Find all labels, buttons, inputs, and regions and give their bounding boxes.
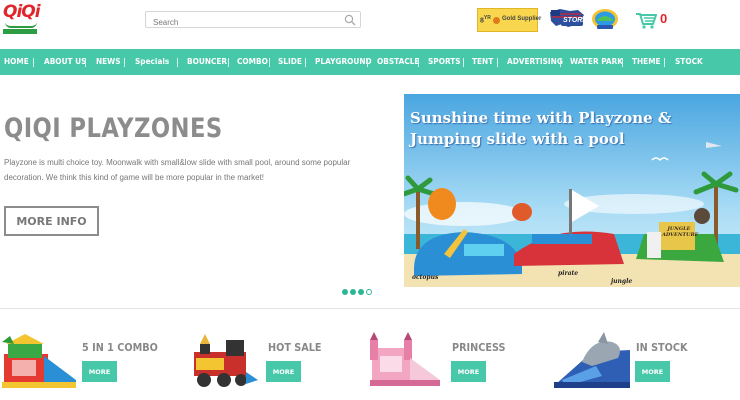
cart-icon[interactable] (635, 9, 657, 29)
train-product-image[interactable] (186, 332, 264, 390)
nav-separator (497, 58, 498, 67)
nav-item-stock[interactable]: STOCK (675, 49, 703, 75)
nav-item-bouncer[interactable]: BOUNCER (187, 49, 227, 75)
nav-item-playground[interactable]: PLAYGROUND (315, 49, 372, 75)
hero-title: QIQI PLAYZONES (4, 113, 223, 144)
logo-text: QiQi (3, 2, 41, 22)
nav-item-sports[interactable]: SPORTS (428, 49, 461, 75)
section-divider (0, 308, 740, 309)
trade-assurance-icon[interactable] (591, 7, 619, 31)
store-label: STORE (563, 17, 587, 24)
search-icon[interactable] (344, 14, 356, 26)
nav-separator (463, 58, 464, 67)
nav-item-slide[interactable]: SLIDE (278, 49, 302, 75)
qiqi-logo[interactable]: QiQi (3, 4, 43, 36)
nav-item-specials[interactable]: Specials (135, 49, 169, 75)
combo-product-image[interactable] (0, 332, 78, 390)
hero-description: Playzone is multi choice toy. Moonwalk w… (4, 158, 351, 182)
nav-separator (228, 58, 229, 67)
nav-item-water-park[interactable]: WATER PARK (570, 49, 623, 75)
hero-banner-image[interactable]: Sunshine time with Playzone & Jumping sl… (404, 94, 740, 287)
carousel-dot-2[interactable] (350, 289, 356, 295)
banner-label-jungle: jungle (611, 278, 633, 285)
nav-item-about-us[interactable]: ABOUT US (44, 49, 86, 75)
nav-item-home[interactable]: HOME (4, 49, 29, 75)
product-title-hot-sale: HOT SALE (268, 341, 322, 354)
logo-smile (5, 22, 37, 28)
nav-separator (177, 58, 178, 67)
banner-label-octopus: octopus (412, 274, 439, 281)
nav-separator (622, 58, 623, 67)
nav-item-news[interactable]: NEWS (96, 49, 121, 75)
nav-item-theme[interactable]: THEME (632, 49, 661, 75)
logo-tag (3, 29, 37, 34)
site-header: QiQi 8YR Gold Supplier STORE (0, 0, 740, 46)
banner-label-pirate: pirate (558, 270, 579, 277)
product-title-in-stock: IN STOCK (636, 341, 688, 354)
carousel-dot-3[interactable] (358, 289, 364, 295)
princess-product-image[interactable] (366, 332, 444, 390)
shark-product-image[interactable] (552, 332, 630, 390)
more-button-in-stock[interactable]: MORE (635, 361, 670, 382)
nav-separator (560, 58, 561, 67)
banner-sign-jungle-adventure: JUNGLE ADVENTURE (662, 226, 699, 238)
nav-separator (418, 58, 419, 67)
carousel-dot-1[interactable] (342, 289, 348, 295)
nav-item-tent[interactable]: TENT (472, 49, 493, 75)
nav-separator (367, 58, 368, 67)
nav-separator (664, 58, 665, 67)
nav-item-obstacle[interactable]: OBSTACLE (377, 49, 419, 75)
search-box (145, 11, 361, 30)
nav-separator (305, 58, 306, 67)
more-info-button[interactable]: MORE INFO (4, 206, 99, 236)
nav-separator (33, 58, 34, 67)
search-input[interactable] (146, 15, 336, 30)
nav-separator (269, 58, 270, 67)
more-button-hot-sale[interactable]: MORE (266, 361, 301, 382)
more-button-5-in-1-combo[interactable]: MORE (82, 361, 117, 382)
product-title-5-in-1-combo: 5 IN 1 COMBO (82, 341, 158, 354)
gold-supplier-badge[interactable]: 8YR Gold Supplier (477, 8, 542, 32)
carousel-dot-4-active[interactable] (366, 289, 372, 295)
cart-count: 0 (660, 11, 668, 26)
nav-item-combo[interactable]: COMBO (237, 49, 268, 75)
more-button-princess[interactable]: MORE (451, 361, 486, 382)
banner-headline: Sunshine time with Playzone & Jumping sl… (410, 109, 672, 148)
nav-separator (124, 58, 125, 67)
main-nav: HOME ABOUT US NEWS Specials BOUNCER COMB… (0, 49, 740, 75)
gold-coin-icon (493, 17, 500, 24)
nav-item-advertising[interactable]: ADVERTISING (507, 49, 563, 75)
gold-supplier-years: 8YR (480, 15, 491, 25)
product-title-princess: PRINCESS (452, 341, 506, 354)
gold-supplier-label: Gold Supplier (502, 16, 542, 22)
nav-separator (85, 58, 86, 67)
